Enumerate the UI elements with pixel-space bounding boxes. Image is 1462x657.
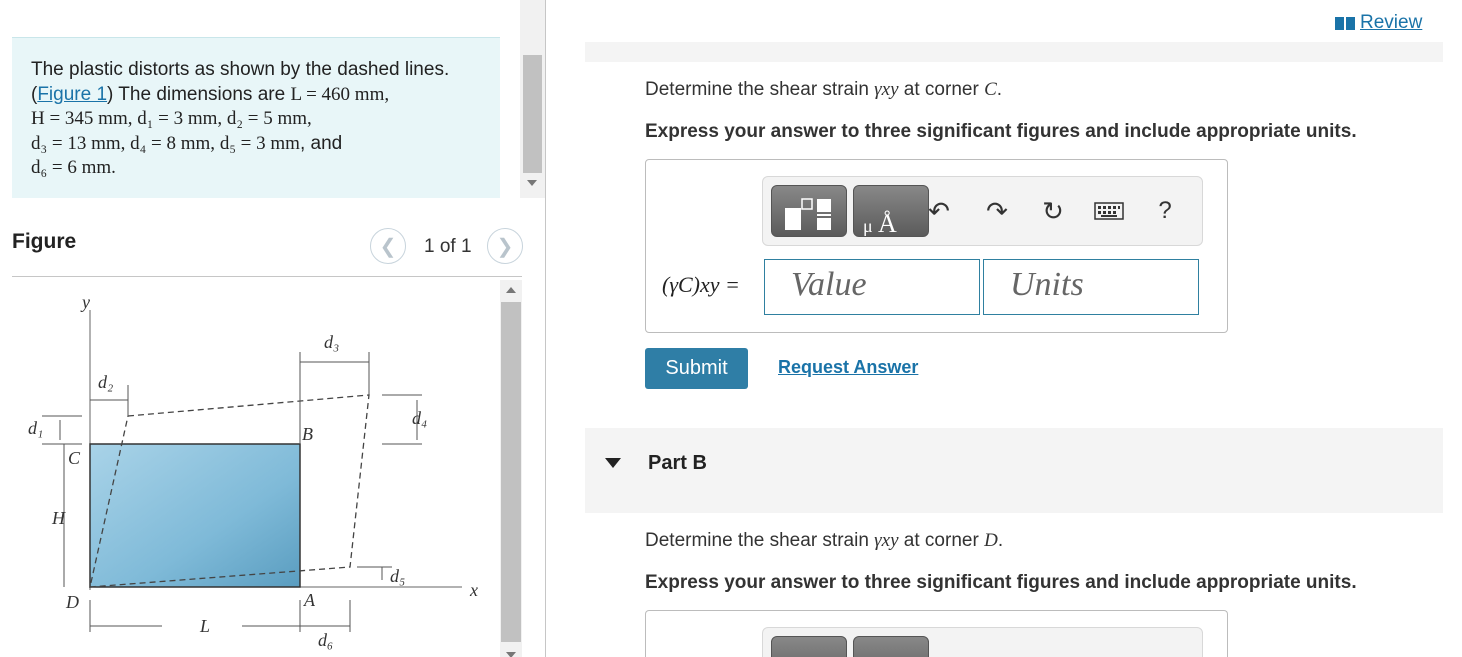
part-b-title[interactable]: Part B — [648, 452, 707, 475]
plate — [89, 443, 301, 588]
fraction-template-icon — [785, 198, 831, 230]
part-a-header — [585, 42, 1443, 62]
left-panel: The plastic distorts as shown by the das… — [0, 0, 523, 657]
review-link[interactable]: Review — [1335, 12, 1422, 34]
figure-counter: 1 of 1 — [424, 236, 472, 257]
shear-strain-symbol: γxy — [874, 530, 899, 551]
label-d2: d₂ — [98, 372, 113, 392]
math-toolbar — [762, 627, 1203, 657]
previous-figure-button[interactable]: ❮ — [370, 228, 406, 264]
part-b-instruction: Express your answer to three significant… — [645, 572, 1357, 593]
label-d5: d₅ — [390, 566, 405, 586]
undo-icon[interactable]: ↶ — [923, 195, 955, 227]
label-d1: d₁ — [28, 418, 43, 438]
submit-button[interactable]: Submit — [645, 348, 748, 389]
value-d5: d₅ = 3 mm — [219, 132, 300, 154]
label-A: A — [303, 590, 316, 610]
review-label[interactable]: Review — [1360, 12, 1422, 34]
scroll-down-icon[interactable] — [527, 180, 537, 186]
part-b-question: Determine the shear strain γxy at corner… — [645, 530, 1003, 552]
part-b-answer-box — [645, 610, 1228, 657]
label-x: x — [469, 580, 478, 600]
label-d6: d₆ — [318, 630, 333, 650]
templates-button[interactable] — [771, 636, 847, 657]
caret-down-icon[interactable] — [605, 458, 621, 468]
part-a-question: Determine the shear strain γxy at corner… — [645, 79, 1002, 101]
next-figure-button[interactable]: ❯ — [487, 228, 523, 264]
question-text: Determine the shear strain — [645, 79, 875, 100]
chevron-right-icon: ❯ — [496, 235, 514, 258]
figure-title: Figure — [12, 230, 77, 253]
math-toolbar: μ Å ↶ ↷ ↻ ? — [762, 176, 1203, 246]
value-d1: d₁ = 3 mm, — [137, 108, 227, 129]
label-L: L — [199, 616, 210, 636]
value-input[interactable]: Value — [764, 259, 980, 315]
question-period: . — [997, 530, 1004, 551]
help-button[interactable]: ? — [1149, 195, 1181, 227]
units-button[interactable] — [853, 636, 929, 657]
corner-label: D — [984, 530, 998, 551]
value-H: H = 345 mm, — [31, 108, 138, 129]
plate-distortion-figure: y x C B D A H L d₁ d₂ d₃ d₄ d₅ d₆ — [28, 292, 478, 650]
label-d3: d₃ — [324, 332, 339, 352]
label-y: y — [80, 292, 90, 312]
value-L: L = 460 mm, — [290, 83, 390, 105]
label-C: C — [68, 448, 81, 468]
problem-statement: The plastic distorts as shown by the das… — [12, 37, 500, 198]
question-text: at corner — [898, 79, 985, 100]
part-b-header[interactable]: Part B — [585, 428, 1443, 513]
panel-divider — [545, 0, 546, 657]
units-angstrom-icon: μ Å — [863, 209, 897, 238]
problem-text-2: ) The dimensions are — [107, 83, 291, 105]
label-H: H — [51, 508, 66, 528]
scroll-down-icon[interactable] — [506, 652, 516, 657]
scrollbar-thumb[interactable] — [523, 55, 542, 173]
corner-label: C — [984, 79, 997, 100]
question-text: at corner — [898, 530, 985, 551]
scroll-up-icon[interactable] — [506, 287, 516, 293]
chevron-left-icon: ❮ — [379, 235, 397, 258]
question-period: . — [996, 79, 1003, 100]
equation-label: (γC)xy = — [662, 272, 740, 297]
reset-icon[interactable]: ↻ — [1037, 195, 1069, 227]
units-button[interactable]: μ Å — [853, 185, 929, 238]
question-text: Determine the shear strain — [645, 530, 875, 551]
shear-strain-symbol: γxy — [874, 79, 899, 100]
label-D: D — [65, 592, 79, 612]
svg-text:μ: μ — [863, 216, 873, 236]
templates-button[interactable] — [771, 185, 847, 237]
and-text: , and — [299, 132, 343, 154]
label-d4: d₄ — [412, 408, 427, 428]
problem-scrollbar[interactable] — [520, 0, 545, 198]
value-d2: d₂ = 5 mm, — [226, 108, 312, 129]
label-B: B — [302, 424, 313, 444]
part-a-answer-box: μ Å ↶ ↷ ↻ ? (γC)xy = Value Units — [645, 159, 1228, 333]
figure-scrollbar[interactable] — [500, 280, 522, 657]
value-d3: d₃ = 13 mm, — [31, 132, 131, 154]
value-d6: d₆ = 6 mm. — [31, 157, 116, 178]
part-a-instruction: Express your answer to three significant… — [645, 121, 1357, 142]
scrollbar-thumb[interactable] — [501, 302, 521, 642]
keyboard-icon[interactable] — [1093, 195, 1125, 227]
request-answer-link[interactable]: Request Answer — [778, 357, 918, 378]
value-d4: d₄ = 8 mm, — [130, 132, 220, 154]
figure-divider — [12, 276, 522, 277]
svg-text:Å: Å — [878, 209, 897, 238]
book-icon — [1335, 16, 1355, 30]
units-input[interactable]: Units — [983, 259, 1199, 315]
redo-icon[interactable]: ↷ — [981, 195, 1013, 227]
figure-1-link[interactable]: Figure 1 — [37, 84, 107, 105]
